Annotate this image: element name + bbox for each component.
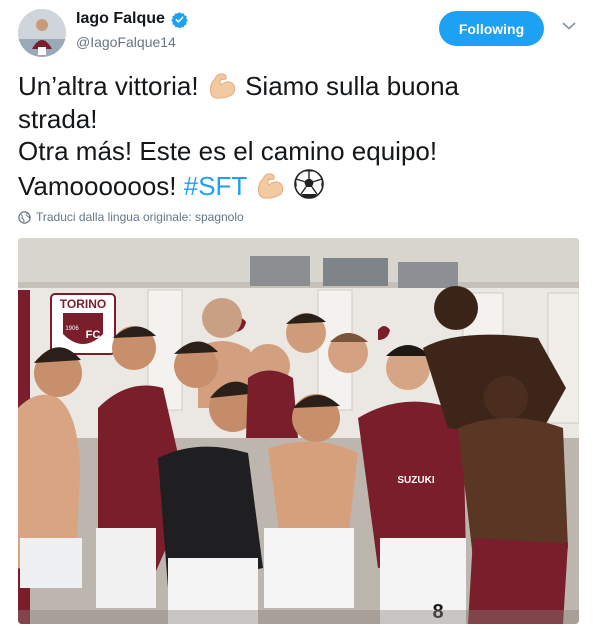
translate-link[interactable]: Traduci dalla lingua originale: spagnolo xyxy=(18,210,244,224)
author-avatar[interactable] xyxy=(18,9,66,57)
tweet-line-2: strada! xyxy=(18,103,98,134)
shirt-sponsor-text: SUZUKI xyxy=(397,475,434,486)
tweet-text-segment: Siamo sulla buona xyxy=(245,71,460,101)
verified-badge-icon xyxy=(171,11,188,28)
wall-sign-text: TORINO xyxy=(60,297,106,311)
torino-wall-sign: TORINO FC 1906 xyxy=(50,293,116,355)
tweet-photo[interactable]: TORINO FC 1906 SUZUKI 8 xyxy=(18,238,579,624)
team-celebration-photo: TORINO FC 1906 SUZUKI 8 xyxy=(18,238,579,624)
following-button[interactable]: Following xyxy=(439,11,544,46)
hashtag-link[interactable]: #SFT xyxy=(184,171,247,201)
tweet-header: Iago Falque @IagoFalque14 Following xyxy=(0,0,593,60)
translate-label: Traduci dalla lingua originale: spagnolo xyxy=(36,210,244,224)
wall-badge-year: 1906 xyxy=(65,326,79,332)
flexed-biceps-icon xyxy=(258,172,284,199)
tweet-line-4: Vamoooooos! #SFT xyxy=(18,168,578,203)
tweet-text-segment: Un’altra vittoria! xyxy=(18,71,199,101)
wall-badge-text: FC xyxy=(86,329,101,341)
tweet-text: Un’altra vittoria! Siamo sulla buona str… xyxy=(18,70,578,202)
author-name-row: Iago Falque xyxy=(76,10,188,28)
soccer-ball-icon xyxy=(294,168,325,199)
tweet-line-1: Un’altra vittoria! Siamo sulla buona xyxy=(18,70,578,103)
author-handle[interactable]: @IagoFalque14 xyxy=(76,34,176,50)
tweet-line-3: Otra más! Este es el camino equipo! xyxy=(18,136,438,166)
profile-avatar-image xyxy=(18,9,66,57)
tweet-text-segment: Vamoooooos! xyxy=(18,170,177,201)
chevron-down-icon[interactable] xyxy=(562,21,576,31)
author-display-name[interactable]: Iago Falque xyxy=(76,10,165,28)
globe-icon xyxy=(18,210,31,224)
flexed-biceps-icon xyxy=(209,73,236,99)
